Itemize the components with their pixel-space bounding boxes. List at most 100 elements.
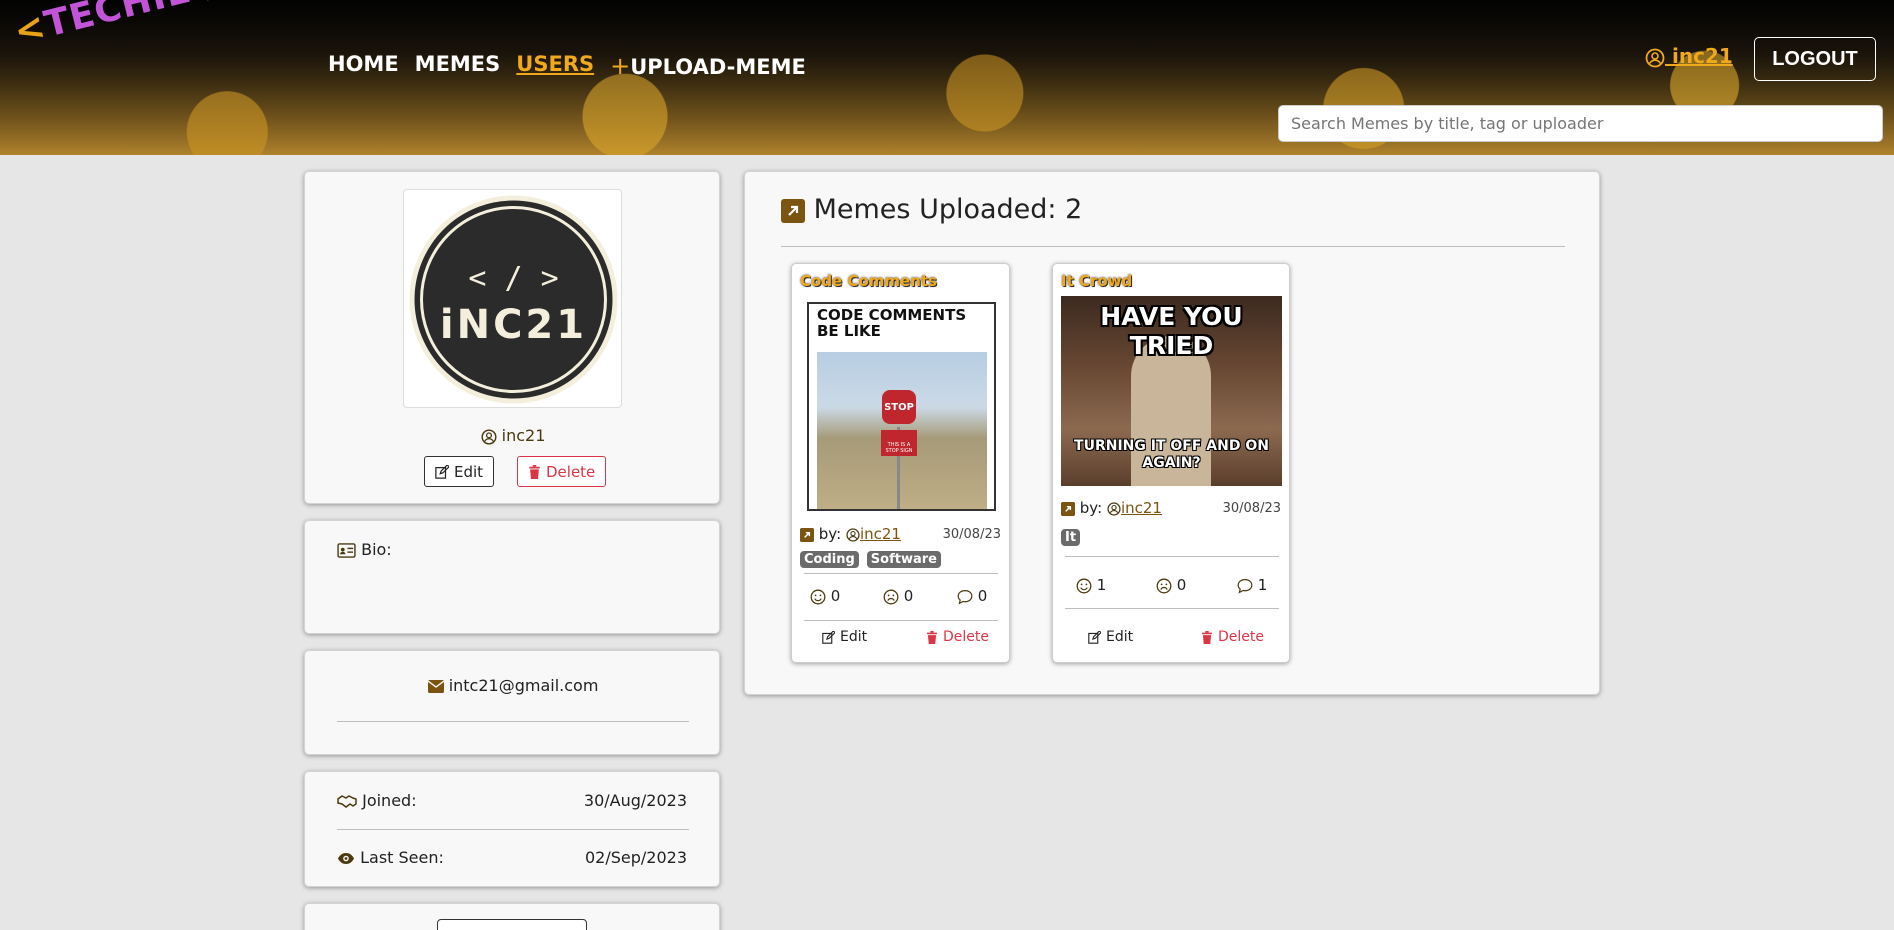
meme-image[interactable]: CODE COMMENTS BE LIKE STOP THIS IS A STO… xyxy=(807,302,996,511)
logout-button[interactable]: LOGOUT xyxy=(1754,37,1876,81)
smile-icon xyxy=(810,589,826,604)
meme-image[interactable]: HAVE YOU TRIED TURNING IT OFF AND ON AGA… xyxy=(1061,296,1282,486)
by-label: by: xyxy=(1079,499,1103,517)
handshake-icon xyxy=(337,794,357,808)
email-row: intc21@gmail.com xyxy=(305,676,721,695)
by-label: by: xyxy=(818,525,842,543)
svg-text:iNC21: iNC21 xyxy=(440,302,587,348)
like-count: 0 xyxy=(830,587,841,605)
divider xyxy=(1065,556,1279,557)
divider xyxy=(337,721,689,722)
tag-badge[interactable]: Coding xyxy=(800,551,859,568)
uploader-link[interactable]: inc21 xyxy=(860,525,901,543)
plus-icon: + xyxy=(610,52,631,80)
stop-sign: STOP xyxy=(882,390,916,424)
meme-image-caption: CODE COMMENTS BE LIKE xyxy=(817,306,967,340)
meme-edit-label: Edit xyxy=(840,629,868,645)
profile-delete-label: Delete xyxy=(546,462,596,481)
dislike-button[interactable]: 0 xyxy=(883,587,913,605)
memes-heading: Memes Uploaded: 2 xyxy=(781,194,1082,225)
dislike-count: 0 xyxy=(1176,576,1187,594)
user-circle-icon xyxy=(481,428,497,445)
meme-title[interactable]: It Crowd xyxy=(1061,272,1132,290)
dislike-count: 0 xyxy=(903,587,914,605)
nav-memes[interactable]: MEMES xyxy=(415,52,501,80)
meme-card[interactable]: It Crowd HAVE YOU TRIED TURNING IT OFF A… xyxy=(1052,263,1290,663)
edit-icon xyxy=(822,630,835,644)
meme-date: 30/08/23 xyxy=(942,527,1001,542)
meme-image-caption-top: HAVE YOU TRIED xyxy=(1100,302,1243,360)
last-seen-label-text: Last Seen: xyxy=(360,848,444,867)
like-button[interactable]: 0 xyxy=(810,587,840,605)
last-seen-label: Last Seen: xyxy=(337,848,444,867)
meme-delete-button[interactable]: Delete xyxy=(926,629,989,645)
meme-tags: It xyxy=(1061,526,1088,546)
email-text: intc21@gmail.com xyxy=(448,676,599,695)
external-link-square-icon xyxy=(781,198,805,223)
meme-image-photo: STOP THIS IS A STOP SIGN xyxy=(817,352,987,509)
tag-badge[interactable]: Software xyxy=(866,551,941,568)
svg-text:< / >: < / > xyxy=(468,261,558,296)
comment-button[interactable]: 0 xyxy=(957,587,987,605)
like-button[interactable]: 1 xyxy=(1076,576,1106,594)
eye-icon xyxy=(338,853,354,864)
frown-icon xyxy=(1156,578,1172,593)
nav-home[interactable]: HOME xyxy=(328,52,399,80)
trash-icon xyxy=(529,464,540,479)
extra-button[interactable] xyxy=(437,919,587,930)
divider xyxy=(1065,608,1279,609)
joined-label: Joined: xyxy=(337,791,417,810)
dislike-button[interactable]: 0 xyxy=(1156,576,1186,594)
user-circle-icon xyxy=(1645,48,1665,67)
comment-count: 1 xyxy=(1257,576,1268,594)
avatar-image: < / > iNC21 xyxy=(409,195,618,404)
meme-delete-label: Delete xyxy=(1218,629,1264,645)
comment-icon xyxy=(957,589,973,605)
nav-upload-meme[interactable]: +UPLOAD-MEME xyxy=(610,52,806,80)
trash-icon xyxy=(1202,630,1212,644)
profile-card: < / > iNC21 inc21 Edit Delete xyxy=(304,171,720,504)
edit-icon xyxy=(435,464,449,479)
tag-badge[interactable]: It xyxy=(1061,529,1081,546)
stop-sign-caption: THIS IS A STOP SIGN xyxy=(881,430,917,456)
envelope-icon xyxy=(427,680,444,693)
meme-delete-button[interactable]: Delete xyxy=(1201,629,1264,645)
current-user-link[interactable]: inc21 xyxy=(1645,44,1733,68)
meme-edit-label: Edit xyxy=(1106,629,1134,645)
search-input[interactable] xyxy=(1278,105,1883,142)
uploader-link[interactable]: inc21 xyxy=(1121,499,1162,517)
divider xyxy=(781,246,1565,247)
meme-edit-button[interactable]: Edit xyxy=(822,629,867,645)
edit-icon xyxy=(1088,630,1101,644)
memes-panel: Memes Uploaded: 2 Code Comments CODE COM… xyxy=(744,171,1600,695)
main-nav: HOME MEMES USERS +UPLOAD-MEME xyxy=(328,52,822,80)
extra-card xyxy=(304,903,720,930)
smile-icon xyxy=(1076,578,1092,593)
meme-edit-button[interactable]: Edit xyxy=(1088,629,1133,645)
external-link-square-icon xyxy=(800,527,814,542)
profile-username-text: inc21 xyxy=(501,426,546,445)
bio-label-text: Bio: xyxy=(361,540,392,559)
profile-edit-button[interactable]: Edit xyxy=(424,456,495,487)
avatar: < / > iNC21 xyxy=(403,189,622,408)
meme-delete-label: Delete xyxy=(943,629,989,645)
user-circle-icon xyxy=(1107,501,1121,516)
id-card-icon xyxy=(337,543,356,558)
profile-delete-button[interactable]: Delete xyxy=(517,456,607,487)
profile-edit-label: Edit xyxy=(454,462,484,481)
meme-card[interactable]: Code Comments CODE COMMENTS BE LIKE STOP… xyxy=(791,263,1010,663)
current-user-name: inc21 xyxy=(1671,44,1733,68)
meme-uploader: by: inc21 xyxy=(1061,499,1162,517)
joined-label-text: Joined: xyxy=(362,791,417,810)
user-circle-icon xyxy=(846,527,860,542)
dates-card: Joined: 30/Aug/2023 Last Seen: 02/Sep/20… xyxy=(304,771,720,887)
last-seen-value: 02/Sep/2023 xyxy=(584,848,687,867)
meme-tags: Coding Software xyxy=(800,548,949,568)
meme-image-caption-bottom: TURNING IT OFF AND ON AGAIN? xyxy=(1074,438,1269,471)
memes-heading-text: Memes Uploaded: 2 xyxy=(813,194,1083,225)
nav-users[interactable]: USERS xyxy=(516,52,594,80)
comment-button[interactable]: 1 xyxy=(1237,576,1267,594)
divider xyxy=(804,620,998,621)
meme-title[interactable]: Code Comments xyxy=(800,272,937,290)
profile-username: inc21 xyxy=(305,426,721,445)
